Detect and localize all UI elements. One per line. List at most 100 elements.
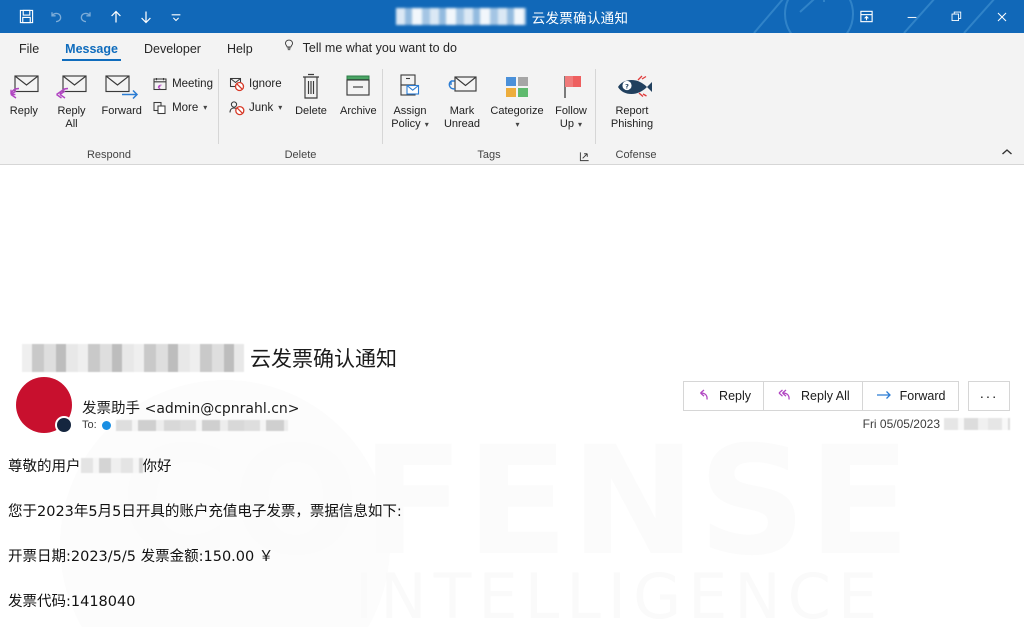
follow-up-button[interactable]: Follow Up ▾ [547, 68, 595, 131]
chevron-down-icon: ▾ [425, 120, 429, 129]
forward-button[interactable]: Forward [95, 68, 148, 118]
body-line-3: 开票日期:2023/5/5 发票金额:150.00 ￥ [8, 547, 708, 567]
to-label: To: [82, 419, 97, 431]
more-button[interactable]: More ▾ [148, 96, 218, 119]
reply-all-label: Reply All [801, 389, 850, 403]
sender-email[interactable]: <admin@cpnrahl.cn> [145, 401, 300, 417]
reply-label: Reply [719, 389, 751, 403]
categorize-icon [502, 71, 532, 103]
svg-text:?: ? [625, 83, 629, 91]
reply-all-button[interactable]: Reply All [48, 68, 96, 130]
follow-up-flag-icon [556, 71, 586, 103]
meeting-label: Meeting [172, 78, 213, 90]
greeting-after: 你好 [143, 459, 172, 475]
message-body: 尊敬的用户你好 您于2023年5月5日开具的账户充值电子发票，票据信息如下: 开… [8, 457, 708, 627]
assign-policy-button[interactable]: Assign Policy ▾ [383, 68, 437, 131]
tab-developer[interactable]: Developer [131, 37, 214, 63]
reply-all-icon [55, 71, 89, 103]
customize-qat-icon[interactable] [162, 4, 190, 30]
more-label: More [172, 102, 198, 114]
ignore-button[interactable]: Ignore [225, 72, 287, 95]
tab-file[interactable]: File [6, 37, 52, 63]
assign-policy-label: Assign Policy ▾ [391, 105, 428, 131]
archive-icon [343, 71, 373, 103]
minimize-icon[interactable] [889, 0, 934, 33]
ignore-label: Ignore [249, 78, 282, 90]
cofense-group-label: Cofense [596, 148, 676, 164]
body-greeting: 尊敬的用户 你好 [8, 457, 708, 477]
delete-button[interactable]: Delete [287, 68, 334, 118]
window-title-text: 云发票确认通知 [532, 7, 629, 27]
forward-label: Forward [900, 389, 946, 403]
meeting-button[interactable]: Meeting [148, 72, 218, 95]
respond-group-label: Respond [0, 148, 218, 164]
ribbon: Reply Reply All [0, 63, 1024, 165]
date-redaction [944, 418, 1010, 430]
chevron-down-icon: ▾ [578, 120, 582, 129]
quick-access-toolbar [0, 4, 190, 30]
next-item-icon[interactable] [132, 4, 160, 30]
sender-name[interactable]: 发票助手 [82, 401, 140, 417]
forward-icon [104, 71, 140, 103]
categorize-button[interactable]: Categorize ▾ [487, 68, 547, 131]
tab-help[interactable]: Help [214, 37, 266, 63]
mark-unread-label: Mark Unread [444, 105, 480, 130]
collapse-ribbon-icon[interactable] [998, 144, 1016, 160]
ignore-icon [228, 75, 245, 92]
tab-message[interactable]: Message [52, 37, 131, 63]
restore-icon[interactable] [934, 0, 979, 33]
chevron-down-icon: ▾ [203, 103, 207, 112]
more-icon [151, 99, 168, 116]
reply-button[interactable]: Reply [683, 381, 764, 411]
subject-redaction [22, 344, 244, 372]
reply-all-icon [776, 388, 794, 405]
reply-all-button[interactable]: Reply All [763, 381, 863, 411]
mark-unread-icon [446, 71, 478, 103]
close-icon[interactable] [979, 0, 1024, 33]
report-phishing-label: Report Phishing [611, 105, 653, 130]
ribbon-group-respond: Reply Reply All [0, 63, 218, 164]
avatar[interactable] [16, 377, 74, 435]
reply-label: Reply [10, 105, 38, 118]
junk-label: Junk [249, 102, 273, 114]
forward-button[interactable]: Forward [862, 381, 959, 411]
mark-unread-button[interactable]: Mark Unread [437, 68, 487, 130]
tell-me-box[interactable]: Tell me what you want to do [266, 38, 457, 63]
delete-group-label: Delete [219, 148, 382, 164]
chevron-down-icon: ▾ [515, 120, 519, 129]
reply-button[interactable]: Reply [0, 68, 48, 118]
greeting-before: 尊敬的用户 [8, 459, 81, 475]
undo-icon[interactable] [42, 4, 70, 30]
delete-trash-icon [298, 71, 324, 103]
forward-label: Forward [102, 105, 142, 118]
archive-label: Archive [340, 105, 377, 118]
avatar-presence-badge [55, 416, 73, 434]
message-actions: Reply Reply All Forward [684, 381, 1010, 411]
respond-small-buttons: Meeting More ▾ [148, 68, 218, 119]
lightbulb-icon [282, 38, 296, 58]
assign-policy-icon [395, 71, 425, 103]
recipient-line: To: [82, 419, 300, 431]
tags-group-label: Tags [383, 148, 595, 164]
ribbon-group-delete: Ignore Junk ▾ [219, 63, 382, 164]
save-icon[interactable] [12, 4, 40, 30]
recipient-redaction [116, 420, 288, 431]
meeting-icon [151, 75, 168, 92]
report-phishing-button[interactable]: ? Report Phishing [596, 68, 668, 130]
ribbon-display-options-icon[interactable] [844, 0, 889, 33]
redo-icon[interactable] [72, 4, 100, 30]
tags-dialog-launcher[interactable] [578, 150, 591, 163]
ribbon-group-tags: Assign Policy ▾ [383, 63, 595, 164]
archive-button[interactable]: Archive [335, 68, 382, 118]
junk-button[interactable]: Junk ▾ [225, 96, 287, 119]
ribbon-tab-strip: File Message Developer Help Tell me what… [0, 33, 1024, 63]
chevron-down-icon: ▾ [278, 103, 282, 112]
previous-item-icon[interactable] [102, 4, 130, 30]
more-actions-button[interactable]: ··· [968, 381, 1011, 411]
presence-dot-icon [102, 421, 111, 430]
reply-all-label: Reply All [57, 105, 85, 130]
delete-label: Delete [295, 105, 327, 118]
title-bar: 云发票确认通知 [0, 0, 1024, 33]
title-redaction [396, 8, 526, 25]
page-title: 云发票确认通知 [250, 343, 397, 373]
